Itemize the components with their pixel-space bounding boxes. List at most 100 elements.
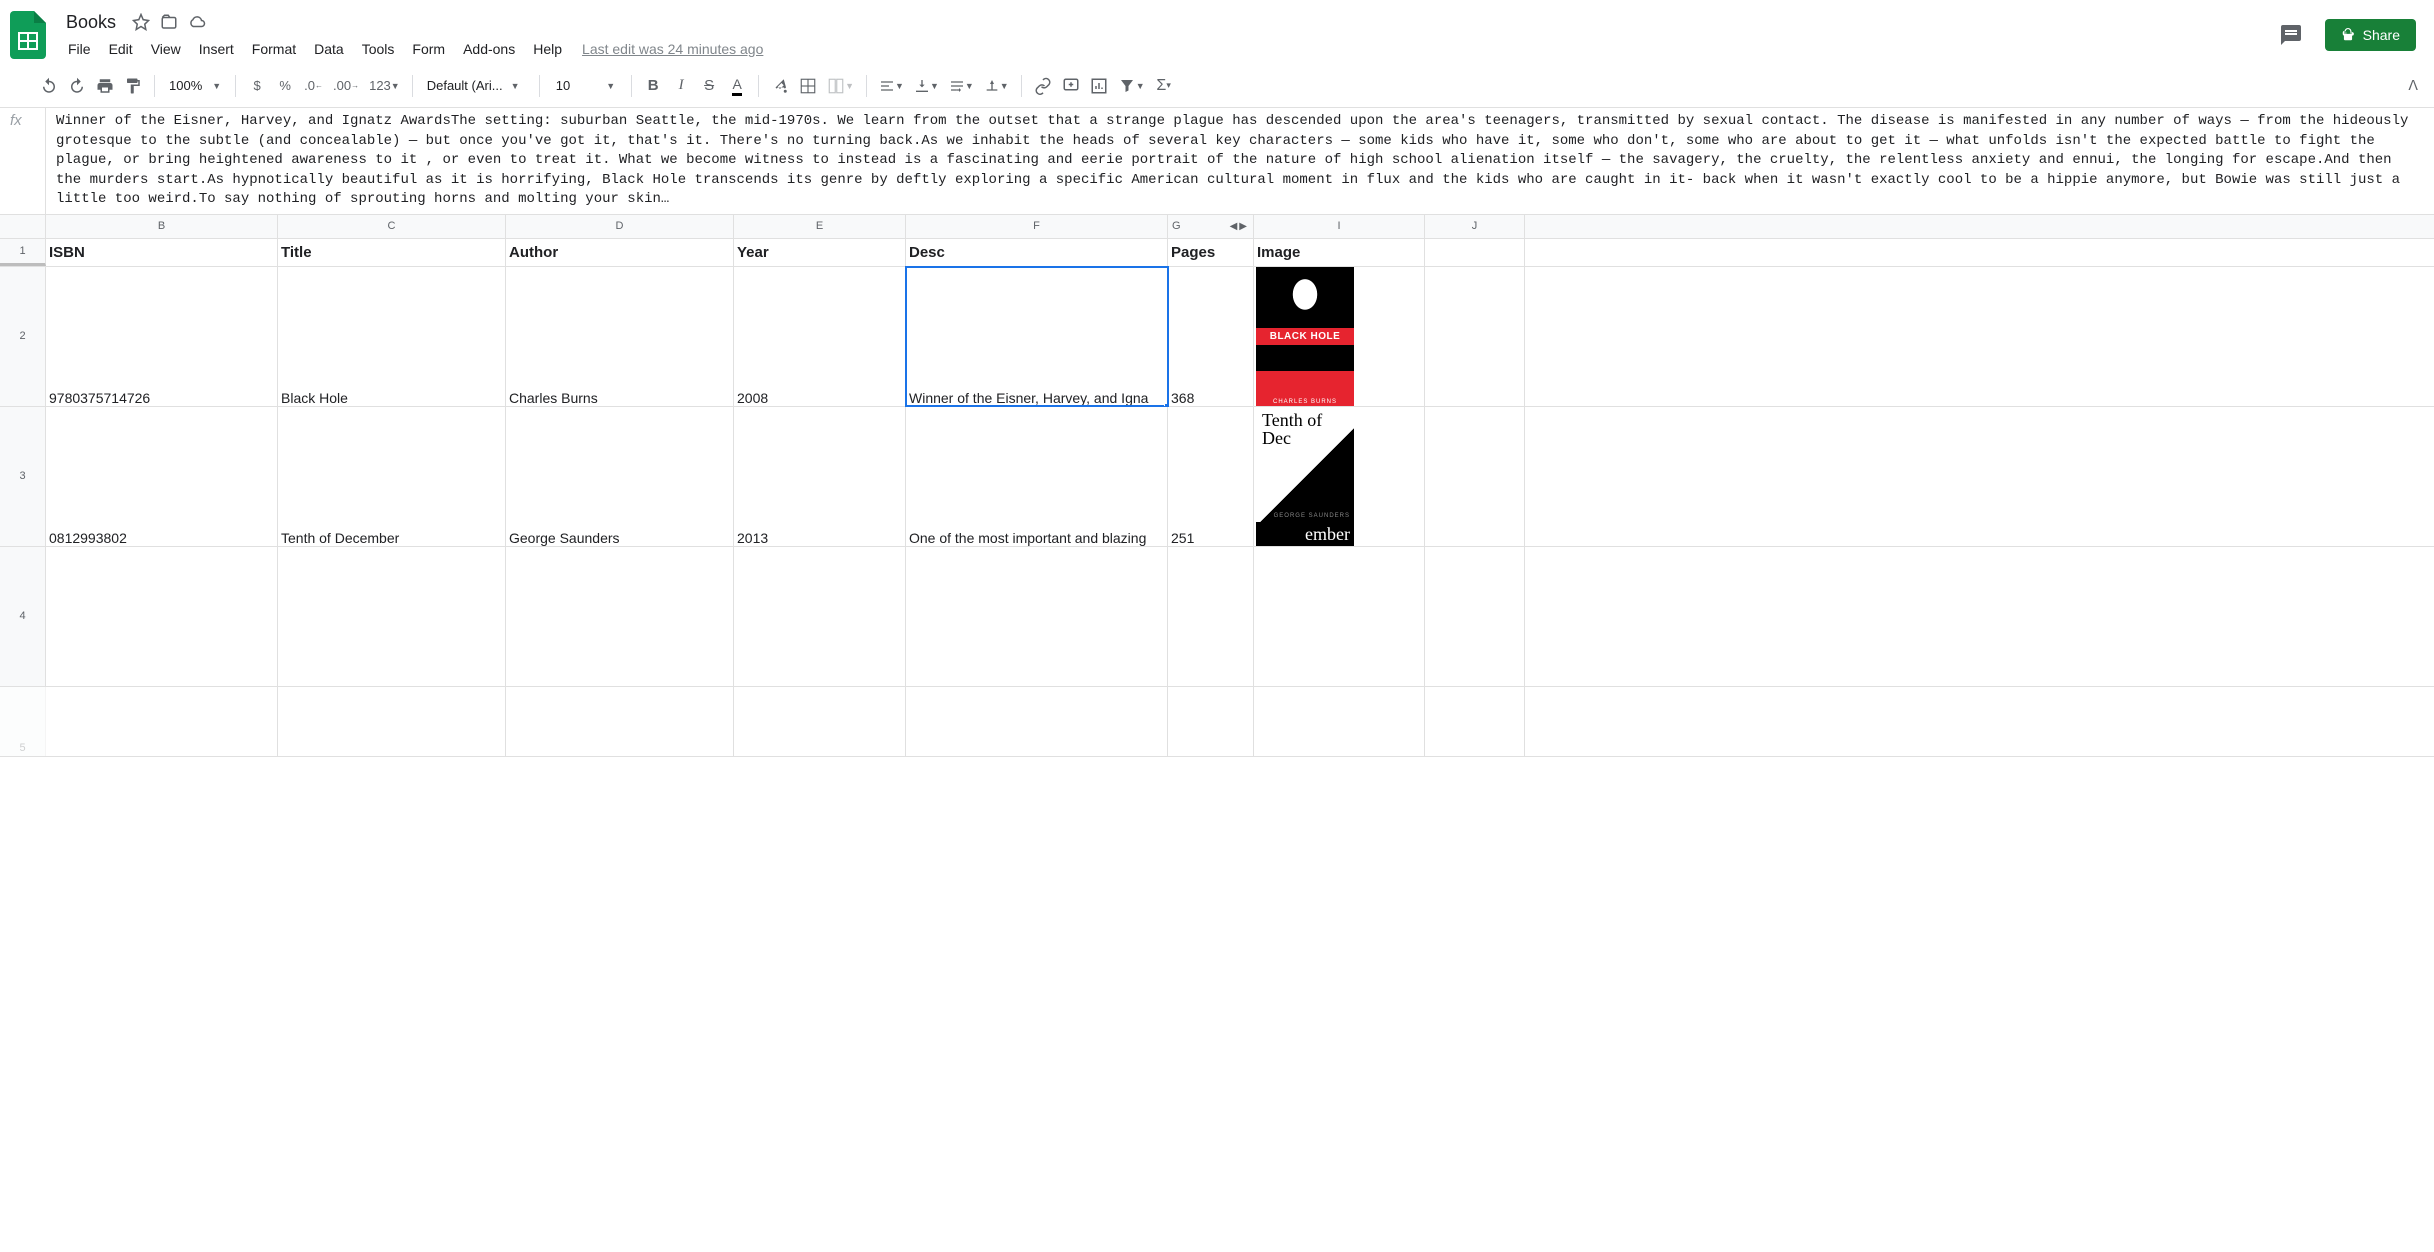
cell-g2[interactable]: 368 [1168,267,1254,406]
cell-c3[interactable]: Tenth of December [278,407,506,546]
cell-f3[interactable]: One of the most important and blazing [906,407,1168,546]
text-color-button[interactable]: A [724,73,750,99]
menu-file[interactable]: File [60,37,99,61]
cell-c4[interactable] [278,547,506,686]
insert-chart-button[interactable] [1086,73,1112,99]
horizontal-align-button[interactable]: ▼ [875,73,908,99]
cell-e5[interactable] [734,687,906,756]
row-header-4[interactable]: 4 [0,547,46,686]
vertical-align-button[interactable]: ▼ [910,73,943,99]
redo-button[interactable] [64,73,90,99]
col-header-j[interactable]: J [1425,215,1525,238]
font-select[interactable]: Default (Ari... ▼ [421,78,531,93]
share-button[interactable]: Share [2325,19,2416,51]
menu-edit[interactable]: Edit [101,37,141,61]
cell-j3[interactable] [1425,407,1525,546]
decrease-decimal-button[interactable]: .0← [300,73,327,99]
row-header-2[interactable]: 2 [0,267,46,406]
cell-d1[interactable]: Author [506,239,734,266]
cell-c2[interactable]: Black Hole [278,267,506,406]
cell-i5[interactable] [1254,687,1425,756]
col-header-d[interactable]: D [506,215,734,238]
cell-e4[interactable] [734,547,906,686]
menu-format[interactable]: Format [244,37,304,61]
cell-d3[interactable]: George Saunders [506,407,734,546]
paint-format-button[interactable] [120,73,146,99]
cell-e1[interactable]: Year [734,239,906,266]
menu-view[interactable]: View [143,37,189,61]
functions-button[interactable]: Σ ▾ [1151,73,1177,99]
cell-g4[interactable] [1168,547,1254,686]
cell-j1[interactable] [1425,239,1525,266]
borders-button[interactable] [795,73,821,99]
cell-b4[interactable] [46,547,278,686]
cell-b5[interactable] [46,687,278,756]
cell-f4[interactable] [906,547,1168,686]
cell-i3[interactable]: Tenth of Dec GEORGE SAUNDERS ember [1254,407,1425,546]
cell-f2-selected[interactable]: Winner of the Eisner, Harvey, and Igna [906,267,1168,406]
selection-handle[interactable] [1164,403,1168,406]
row-header-1[interactable]: 1 [0,239,46,266]
column-arrows-icon[interactable]: ◀▶ [1230,221,1249,232]
cell-e2[interactable]: 2008 [734,267,906,406]
document-title[interactable]: Books [60,10,122,35]
currency-button[interactable]: $ [244,73,270,99]
insert-link-button[interactable] [1030,73,1056,99]
cell-b1[interactable]: ISBN [46,239,278,266]
comments-button[interactable] [2271,15,2311,55]
row-header-3[interactable]: 3 [0,407,46,546]
cell-f1[interactable]: Desc [906,239,1168,266]
cell-b3[interactable]: 0812993802 [46,407,278,546]
fill-color-button[interactable] [767,73,793,99]
increase-decimal-button[interactable]: .00→ [329,73,363,99]
menu-addons[interactable]: Add-ons [455,37,523,61]
formula-input[interactable]: Winner of the Eisner, Harvey, and Ignatz… [46,108,2434,214]
cell-f5[interactable] [906,687,1168,756]
bold-button[interactable]: B [640,73,666,99]
cell-i2[interactable]: BLACK HOLE CHARLES BURNS [1254,267,1425,406]
italic-button[interactable]: I [668,73,694,99]
star-icon[interactable] [132,13,150,31]
menu-help[interactable]: Help [525,37,570,61]
col-header-e[interactable]: E [734,215,906,238]
cloud-icon[interactable] [188,13,206,31]
percent-button[interactable]: % [272,73,298,99]
cell-g1[interactable]: Pages [1168,239,1254,266]
cell-j5[interactable] [1425,687,1525,756]
col-header-b[interactable]: B [46,215,278,238]
cell-e3[interactable]: 2013 [734,407,906,546]
menu-insert[interactable]: Insert [191,37,242,61]
row-header-5[interactable]: 5 [0,687,46,756]
col-header-g[interactable]: G ◀▶ [1168,215,1254,238]
sheets-logo[interactable] [8,15,48,55]
cell-b2[interactable]: 9780375714726 [46,267,278,406]
cell-d5[interactable] [506,687,734,756]
text-rotation-button[interactable]: ▼ [980,73,1013,99]
cell-g3[interactable]: 251 [1168,407,1254,546]
print-button[interactable] [92,73,118,99]
strikethrough-button[interactable]: S [696,73,722,99]
cell-j4[interactable] [1425,547,1525,686]
move-icon[interactable] [160,13,178,31]
more-formats-button[interactable]: 123 ▼ [365,73,404,99]
merge-cells-button[interactable]: ▼ [823,73,858,99]
select-all-corner[interactable] [0,215,46,238]
col-header-i[interactable]: I [1254,215,1425,238]
cell-j2[interactable] [1425,267,1525,406]
expand-toolbar-button[interactable]: ᐱ [2400,77,2426,94]
col-header-c[interactable]: C [278,215,506,238]
cell-d2[interactable]: Charles Burns [506,267,734,406]
zoom-select[interactable]: 100% ▼ [163,78,227,93]
cell-i1[interactable]: Image [1254,239,1425,266]
col-header-f[interactable]: F [906,215,1168,238]
cell-c5[interactable] [278,687,506,756]
cell-c1[interactable]: Title [278,239,506,266]
font-size-select[interactable]: 10 ▼ [548,78,623,93]
last-edit-link[interactable]: Last edit was 24 minutes ago [572,37,773,61]
cell-g5[interactable] [1168,687,1254,756]
menu-data[interactable]: Data [306,37,352,61]
undo-button[interactable] [36,73,62,99]
menu-tools[interactable]: Tools [354,37,403,61]
filter-button[interactable]: ▼ [1114,73,1149,99]
insert-comment-button[interactable] [1058,73,1084,99]
